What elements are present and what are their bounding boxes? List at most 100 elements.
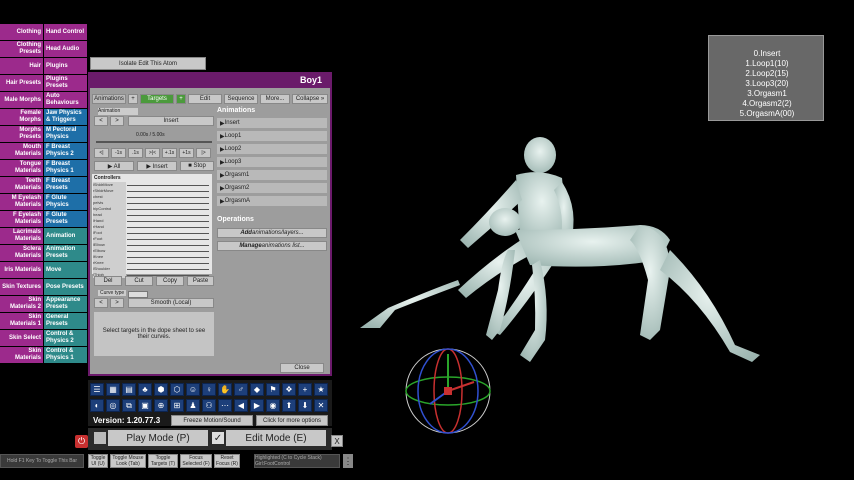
tab-f-glute-presets[interactable]: F Glute Presets [44, 211, 87, 227]
curve-type-select[interactable]: Smooth (Local) [128, 298, 214, 308]
flag-icon[interactable]: ⚑ [266, 383, 280, 396]
tab-hair[interactable]: Hair [0, 58, 43, 74]
tab-more[interactable]: More... [260, 94, 290, 104]
transport-first-frame-button[interactable]: <| [94, 148, 109, 158]
more-icon[interactable]: ⋯ [218, 399, 232, 412]
animation-prev-button[interactable]: < [94, 116, 108, 126]
tab-targets-add[interactable]: + [176, 94, 186, 104]
animation-list-item[interactable]: ▶ Orgasm2 [217, 183, 327, 193]
keyframe-track[interactable] [127, 185, 209, 186]
tab-plugins-presets[interactable]: Plugins Presets [44, 75, 87, 91]
keyframe-track[interactable] [127, 203, 209, 204]
tab-mouth-materials[interactable]: Mouth Materials [0, 143, 43, 159]
tab-pose-presets[interactable]: Pose Presets [44, 279, 87, 295]
freeze-motion-button[interactable]: Freeze Motion/Sound [171, 415, 253, 426]
menu-kebab-icon[interactable]: ⋮ [343, 454, 353, 468]
half-circle-icon[interactable]: ◐ [90, 399, 104, 412]
tab-control-physics-2[interactable]: Control & Physics 2 [44, 330, 87, 346]
manage-animations-button[interactable]: Manage animations list... [217, 241, 327, 251]
play-icon[interactable]: ▶ [250, 399, 264, 412]
tab-m-eyelash-materials[interactable]: M Eyelash Materials [0, 194, 43, 210]
folder-icon[interactable]: ▤ [122, 383, 136, 396]
tab-move[interactable]: Move [44, 262, 87, 278]
animation-list-item[interactable]: ▶ Insert [217, 118, 327, 128]
female-icon[interactable]: ♀ [202, 383, 216, 396]
transport-back-1s-button[interactable]: -1s [111, 148, 126, 158]
tab-morphs-presets[interactable]: Morphs Presets [0, 126, 43, 142]
tab-plugins[interactable]: Plugins [44, 58, 87, 74]
keyframe-track[interactable] [127, 191, 209, 192]
edit-mode-checkbox[interactable]: ✓ [212, 432, 224, 444]
reset-focus-button[interactable]: Reset Focus (R) [214, 454, 240, 468]
tab-targets[interactable]: Targets [140, 94, 174, 104]
link-icon[interactable]: ⚇ [202, 399, 216, 412]
tab-f-breast-physics-1[interactable]: F Breast Physics 1 [44, 160, 87, 176]
tab-sequence[interactable]: Sequence [224, 94, 258, 104]
play-mode-button[interactable]: Play Mode (P) [108, 430, 208, 446]
tab-clothing[interactable]: Clothing [0, 24, 43, 40]
piece-icon[interactable]: ♟ [186, 399, 200, 412]
target-icon[interactable]: ◎ [106, 399, 120, 412]
tab-clothing-presets[interactable]: Clothing Presets [0, 41, 43, 57]
tab-animations[interactable]: Animations [92, 94, 126, 104]
toggle-ui-button[interactable]: Toggle UI (U) [88, 454, 108, 468]
copy-icon[interactable]: ⧉ [122, 399, 136, 412]
prev-icon[interactable]: ◀ [234, 399, 248, 412]
more-options-button[interactable]: Click for more options [256, 415, 328, 426]
play-mode-checkbox[interactable] [94, 432, 106, 444]
animation-list-item[interactable]: ▶ Loop2 [217, 144, 327, 154]
crosshair-icon[interactable]: ⊕ [154, 399, 168, 412]
toggle-mouse-look-button[interactable]: Toggle Mouse Look (Tab) [110, 454, 146, 468]
down-icon[interactable]: ⬇ [298, 399, 312, 412]
curve-next-button[interactable]: > [110, 298, 124, 308]
tab-skin-materials-2[interactable]: Skin Materials 2 [0, 296, 43, 312]
plugin-icon[interactable]: ❖ [282, 383, 296, 396]
copy-key-button[interactable]: Copy [156, 276, 184, 286]
tab-skin-select[interactable]: Skin Select [0, 330, 43, 346]
tab-animation-presets[interactable]: Animation Presets [44, 245, 87, 261]
add-animations-button[interactable]: Add animations/layers... [217, 228, 327, 238]
person-icon[interactable]: ♣ [138, 383, 152, 396]
grid-icon[interactable]: ▣ [138, 399, 152, 412]
hex-icon[interactable]: ⬡ [170, 383, 184, 396]
tab-tongue-materials[interactable]: Tongue Materials [0, 160, 43, 176]
keyframe-track[interactable] [127, 197, 209, 198]
animation-select[interactable]: Insert [128, 116, 214, 126]
tab-f-breast-presets[interactable]: F Breast Presets [44, 177, 87, 193]
cube-icon[interactable]: ⬢ [154, 383, 168, 396]
tab-f-glute-physics[interactable]: F Glute Physics [44, 194, 87, 210]
delete-key-button[interactable]: Del [94, 276, 122, 286]
transport-fwd-01s-button[interactable]: +.1s [162, 148, 177, 158]
keyframe-track[interactable] [127, 215, 209, 216]
transport-snap-button[interactable]: >|< [145, 148, 160, 158]
tab-control-physics-1[interactable]: Control & Physics 1 [44, 347, 87, 363]
transport-back-01s-button[interactable]: .1s [128, 148, 143, 158]
keyframe-track[interactable] [127, 209, 209, 210]
paste-key-button[interactable]: Paste [187, 276, 214, 286]
curve-prev-button[interactable]: < [94, 298, 108, 308]
tab-skin-materials-1[interactable]: Skin Materials 1 [0, 313, 43, 329]
tab-female-morphs[interactable]: Female Morphs [0, 109, 43, 125]
tab-collapse[interactable]: Collapse » [292, 94, 328, 104]
keyframe-track[interactable] [127, 263, 209, 264]
transport-last-frame-button[interactable]: |> [196, 148, 211, 158]
tab-teeth-materials[interactable]: Teeth Materials [0, 177, 43, 193]
tab-hair-presets[interactable]: Hair Presets [0, 75, 43, 91]
star-icon[interactable]: ★ [314, 383, 328, 396]
keyframe-track[interactable] [127, 227, 209, 228]
tab-hand-control[interactable]: Hand Control [44, 24, 87, 40]
scrubber[interactable] [96, 141, 212, 143]
keyframe-track[interactable] [127, 233, 209, 234]
keyframe-track[interactable] [127, 221, 209, 222]
cut-key-button[interactable]: Cut [125, 276, 153, 286]
close-icon[interactable]: ✕ [314, 399, 328, 412]
animation-list-item[interactable]: ▶ Loop3 [217, 157, 327, 167]
play-insert-button[interactable]: ▶ Insert [137, 161, 177, 171]
tab-f-eyelash-materials[interactable]: F Eyelash Materials [0, 211, 43, 227]
keyframe-track[interactable] [127, 251, 209, 252]
tab-auto-behaviours[interactable]: Auto Behaviours [44, 92, 87, 108]
panel-close-button[interactable]: Close [280, 363, 324, 373]
layout-icon[interactable]: ⊞ [170, 399, 184, 412]
tab-jaw-physics-triggers[interactable]: Jaw Physics & Triggers [44, 109, 87, 125]
male-icon[interactable]: ♂ [234, 383, 248, 396]
